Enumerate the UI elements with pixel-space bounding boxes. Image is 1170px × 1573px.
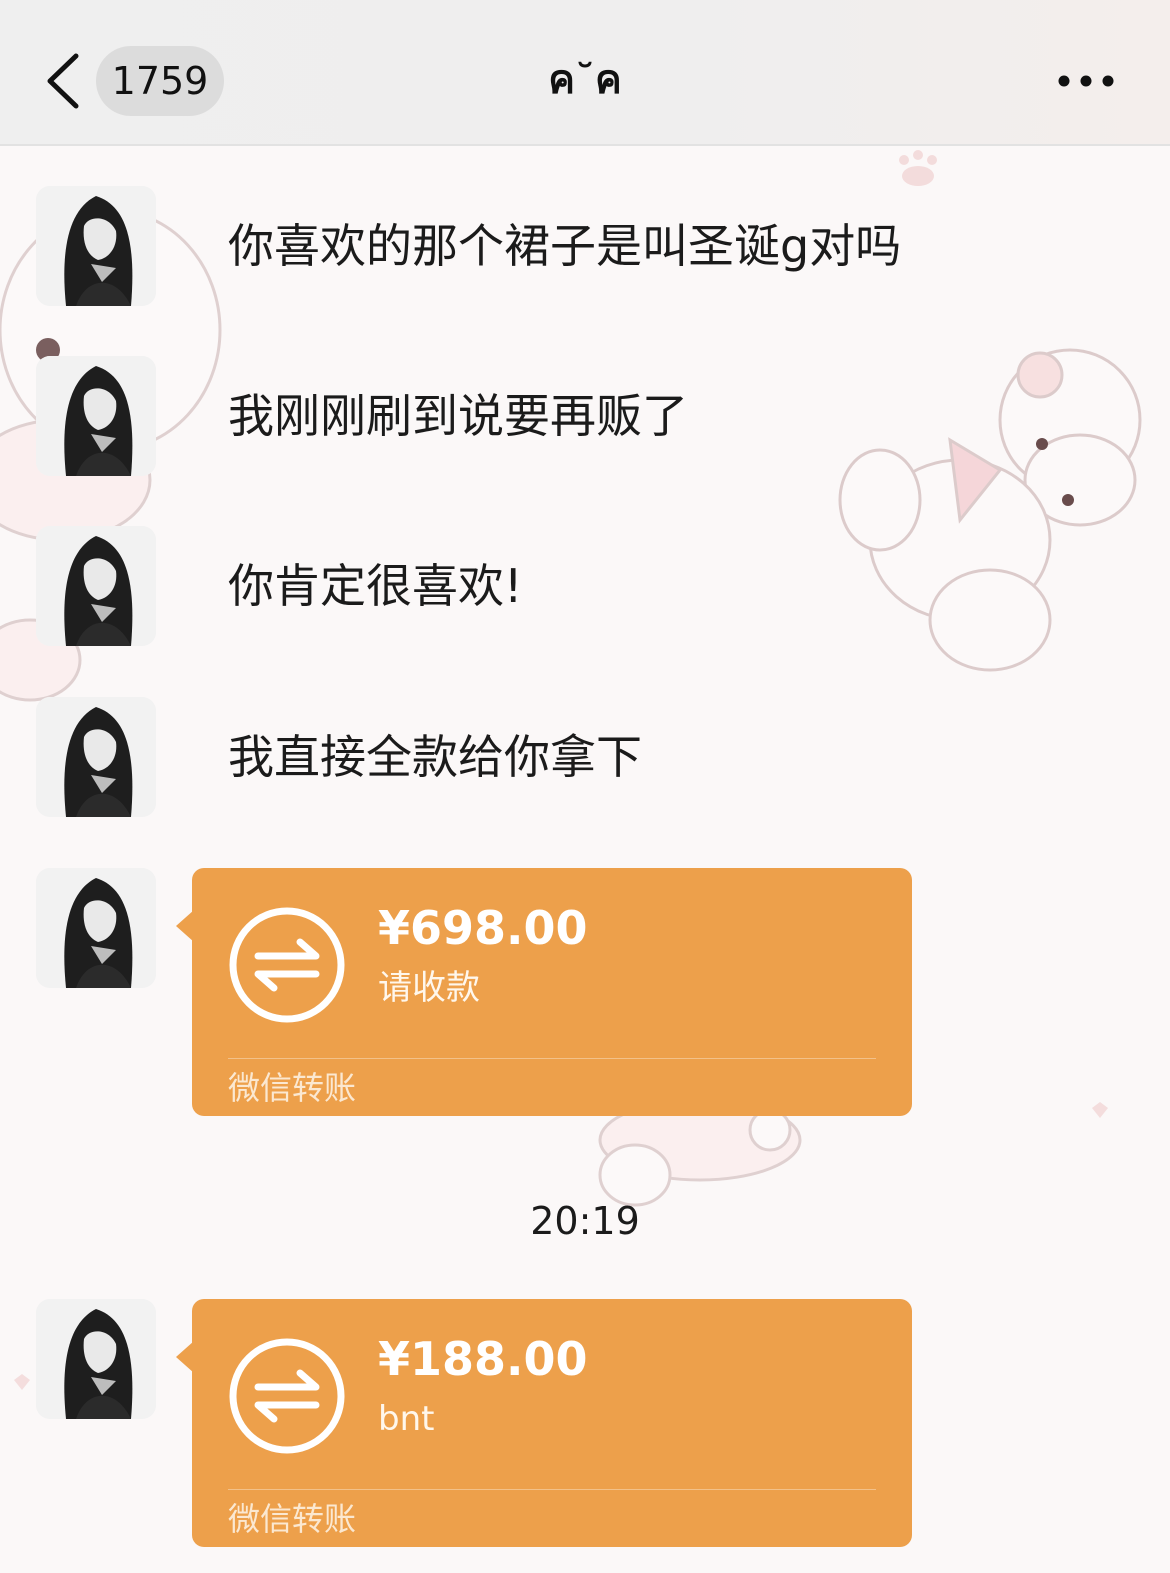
transfer-label: 微信转账 — [228, 1500, 357, 1538]
bubble-tail — [176, 910, 194, 942]
transfer-arrows-icon — [229, 1338, 345, 1454]
bubble-tail — [176, 1341, 194, 1373]
message-text: 你肯定很喜欢! — [228, 559, 523, 613]
transfer-note: bnt — [378, 1399, 435, 1439]
message-text: 我刚刚刷到说要再贩了 — [228, 389, 688, 443]
message-text: 我直接全款给你拿下 — [228, 730, 642, 784]
chat-title: ค˘ค — [548, 57, 622, 103]
avatar[interactable] — [36, 186, 156, 306]
divider — [228, 1489, 876, 1490]
unread-count-badge[interactable]: 1759 — [96, 46, 224, 116]
transfer-note: 请收款 — [378, 968, 480, 1008]
transfer-card[interactable]: ¥188.00 bnt 微信转账 — [176, 1299, 912, 1547]
avatar[interactable] — [36, 868, 156, 988]
timestamp: 20:19 — [530, 1199, 640, 1243]
teddy-bear-icon — [838, 348, 1142, 672]
chat-header: 1759 ค˘ค — [0, 0, 1170, 146]
avatar[interactable] — [36, 526, 156, 646]
avatar[interactable] — [36, 356, 156, 476]
transfer-amount: ¥188.00 — [378, 1332, 588, 1386]
more-dots-icon[interactable] — [1056, 66, 1116, 96]
transfer-amount: ¥698.00 — [378, 901, 588, 955]
transfer-card[interactable]: ¥698.00 请收款 微信转账 — [176, 868, 912, 1116]
message-text: 你喜欢的那个裙子是叫圣诞g对吗 — [228, 219, 902, 273]
transfer-label: 微信转账 — [228, 1069, 357, 1107]
divider — [228, 1058, 876, 1059]
avatar[interactable] — [36, 1299, 156, 1419]
chevron-left-icon[interactable] — [44, 52, 84, 110]
transfer-arrows-icon — [229, 907, 345, 1023]
avatar[interactable] — [36, 697, 156, 817]
